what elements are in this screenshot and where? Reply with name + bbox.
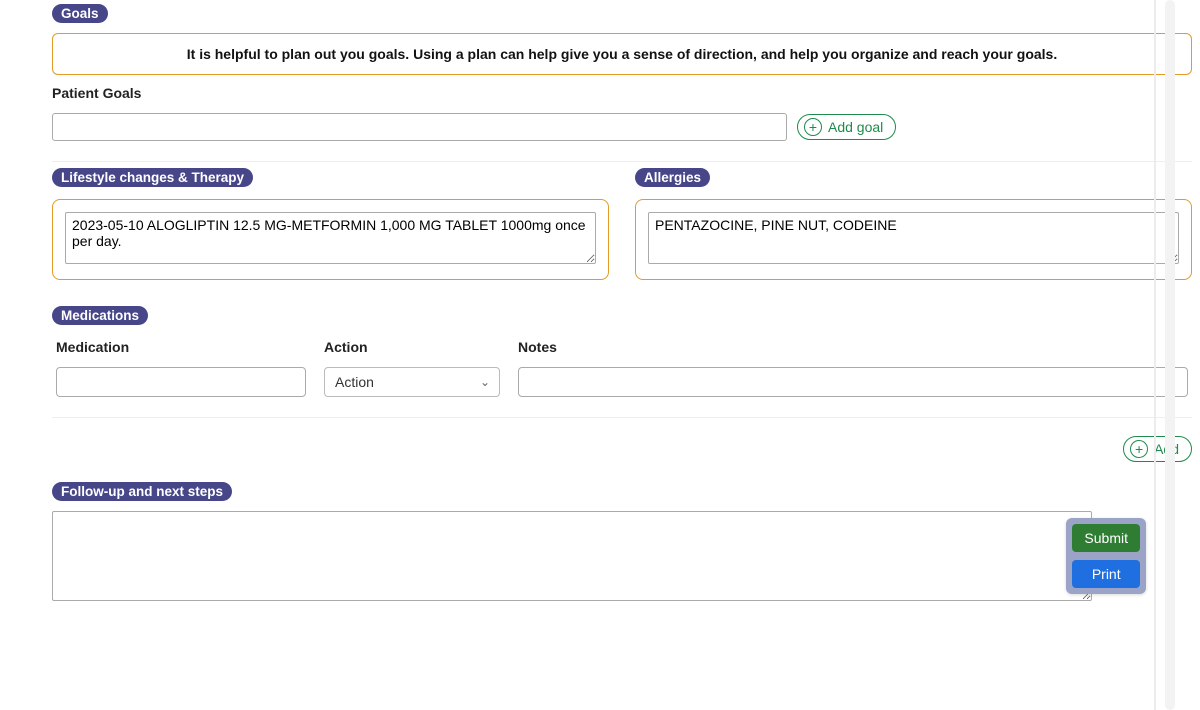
goals-info-box: It is helpful to plan out you goals. Usi… (52, 33, 1192, 75)
add-medication-row: + Add (52, 436, 1192, 462)
col-header-action: Action (324, 339, 500, 355)
patient-goals-label: Patient Goals (52, 85, 1192, 101)
medication-input[interactable] (56, 367, 306, 397)
action-select[interactable]: Action (324, 367, 500, 397)
lifestyle-section: Lifestyle changes & Therapy (52, 168, 609, 280)
patient-goals-input[interactable] (52, 113, 787, 141)
print-button[interactable]: Print (1072, 560, 1140, 588)
lifestyle-box (52, 199, 609, 280)
medications-header-row: Medication Action Notes (52, 339, 1192, 355)
medications-section: Medications Medication Action Notes Acti… (52, 306, 1192, 462)
plus-circle-icon: + (1130, 440, 1148, 458)
add-goal-label: Add goal (828, 119, 883, 135)
patient-goals-row: + Add goal (52, 113, 1192, 141)
action-select-wrap: Action ⌄ (324, 367, 500, 397)
divider (52, 417, 1192, 418)
followup-textarea[interactable] (52, 511, 1092, 601)
col-header-notes: Notes (518, 339, 1188, 355)
notes-input[interactable] (518, 367, 1188, 397)
followup-section-badge: Follow-up and next steps (52, 482, 232, 501)
add-goal-button[interactable]: + Add goal (797, 114, 896, 140)
allergies-section-badge: Allergies (635, 168, 710, 187)
lifestyle-allergies-row: Lifestyle changes & Therapy Allergies (52, 168, 1192, 280)
allergies-textarea[interactable] (648, 212, 1179, 264)
allergies-section: Allergies (635, 168, 1192, 280)
lifestyle-section-badge: Lifestyle changes & Therapy (52, 168, 253, 187)
plus-circle-icon: + (804, 118, 822, 136)
medications-section-badge: Medications (52, 306, 148, 325)
col-header-medication: Medication (56, 339, 306, 355)
goals-section: Goals It is helpful to plan out you goal… (52, 4, 1192, 162)
medications-input-row: Action ⌄ (52, 367, 1192, 397)
allergies-box (635, 199, 1192, 280)
divider (52, 161, 1192, 162)
goals-section-badge: Goals (52, 4, 108, 23)
right-scroll-rail[interactable] (1154, 0, 1200, 710)
care-plan-form: Goals It is helpful to plan out you goal… (0, 0, 1200, 604)
submit-button[interactable]: Submit (1072, 524, 1140, 552)
lifestyle-textarea[interactable] (65, 212, 596, 264)
followup-section: Follow-up and next steps (52, 482, 1192, 604)
floating-action-panel: Submit Print (1066, 518, 1146, 594)
